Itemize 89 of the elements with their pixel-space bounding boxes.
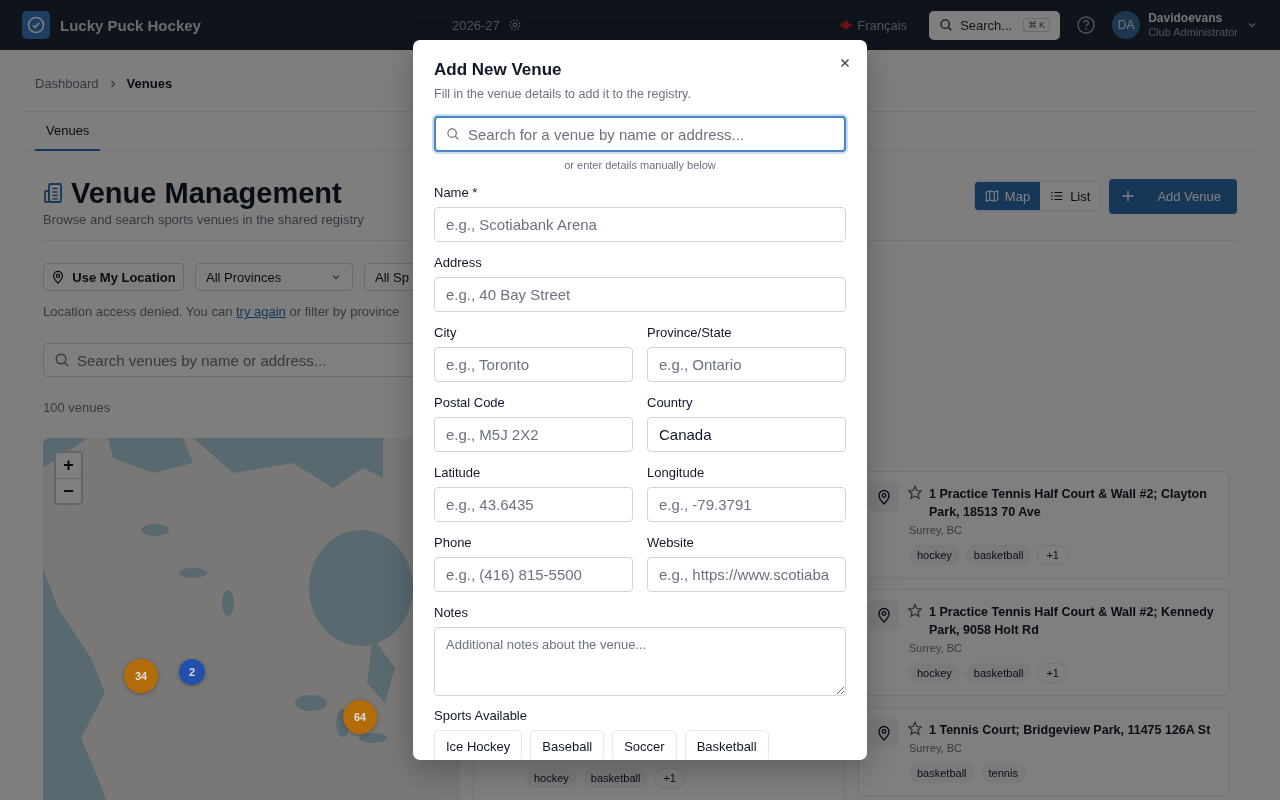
input-field[interactable]: e.g., -79.3791 bbox=[647, 487, 846, 522]
input-field[interactable]: e.g., (416) 815-5500 bbox=[434, 557, 633, 592]
star-icon[interactable] bbox=[907, 485, 923, 501]
field-label: Province/State bbox=[647, 324, 733, 342]
maple-leaf-icon bbox=[840, 19, 853, 31]
map-pin-icon bbox=[869, 482, 899, 512]
breadcrumb-link[interactable]: Venues bbox=[126, 74, 173, 94]
location-pin-icon bbox=[51, 270, 66, 284]
field-label: Phone bbox=[434, 534, 473, 552]
season-label: 2026-27 bbox=[452, 17, 500, 33]
venue-title: 1 Practice Tennis Half Court & Wall #2; Clayton Park, 18513 70 Ave bbox=[929, 486, 1208, 521]
input-field[interactable]: e.g., 40 Bay Street bbox=[434, 277, 846, 312]
field-label: Address bbox=[434, 254, 483, 272]
star-icon[interactable] bbox=[907, 721, 923, 737]
logo-icon bbox=[22, 11, 50, 39]
sport-tag: basketball bbox=[965, 545, 1032, 565]
input-field[interactable]: Canada bbox=[647, 417, 846, 452]
sport-tag: tennis bbox=[980, 763, 1026, 783]
input-field[interactable]: e.g., Ontario bbox=[647, 347, 846, 382]
venue-location: Surrey, BC bbox=[909, 523, 963, 538]
sport-tag: hockey bbox=[909, 663, 960, 683]
venue-location: Surrey, BC bbox=[909, 641, 963, 656]
sport-chip[interactable]: Basketball bbox=[684, 730, 769, 760]
sport-chip[interactable]: Ice Hockey bbox=[434, 730, 523, 760]
field-label: Longitude bbox=[647, 464, 706, 482]
star-icon[interactable] bbox=[907, 603, 923, 619]
shortcut-key: ⌘ K bbox=[1022, 18, 1051, 32]
field-label: Website bbox=[647, 534, 695, 552]
province-dropdown[interactable]: All Provinces bbox=[195, 263, 353, 291]
input-field[interactable]: e.g., Scotiabank Arena bbox=[434, 207, 846, 242]
map-icon bbox=[984, 189, 999, 203]
zoom-in-button[interactable]: + bbox=[56, 453, 81, 478]
more-tag: +1 bbox=[654, 768, 685, 788]
notes-field[interactable]: Additional notes about the venue... bbox=[434, 627, 846, 696]
add-venue-button[interactable]: Add Venue bbox=[1109, 178, 1237, 214]
list-icon bbox=[1050, 189, 1065, 203]
sport-tag: basketball bbox=[965, 663, 1032, 683]
input-field[interactable]: e.g., https://www.scotiaba bbox=[647, 557, 846, 592]
search-icon bbox=[446, 127, 460, 141]
page-title: Venue Management bbox=[71, 176, 342, 211]
field-label: City bbox=[434, 324, 458, 342]
field-label: Postal Code bbox=[434, 394, 506, 412]
app-name: Lucky Puck Hockey bbox=[60, 16, 201, 34]
map-pin-icon bbox=[869, 600, 899, 630]
close-icon bbox=[839, 57, 851, 69]
input-field[interactable]: e.g., 43.6435 bbox=[434, 487, 633, 522]
venue-count: 100 venues bbox=[43, 399, 111, 417]
field-label: Latitude bbox=[434, 464, 482, 482]
page-subtitle: Browse and search sports venues in the shared registry bbox=[43, 211, 364, 229]
input-field[interactable]: e.g., Toronto bbox=[434, 347, 633, 382]
sport-chip[interactable]: Baseball bbox=[530, 730, 605, 760]
search-icon bbox=[939, 18, 954, 32]
sports-label: Sports Available bbox=[434, 707, 528, 725]
user-role: Club Administrator bbox=[1148, 25, 1238, 39]
zoom-out-button[interactable]: − bbox=[56, 478, 81, 503]
map-pin-icon bbox=[869, 718, 899, 748]
sport-chip[interactable]: Soccer bbox=[612, 730, 677, 760]
sport-tag: basketball bbox=[909, 763, 975, 783]
field-label: Notes bbox=[434, 604, 469, 622]
more-tag: +1 bbox=[1037, 545, 1068, 565]
field-label: Name * bbox=[434, 184, 479, 202]
building-icon bbox=[43, 182, 65, 204]
sport-tag: basketball bbox=[582, 768, 649, 788]
help-icon[interactable] bbox=[1076, 15, 1097, 35]
dialog-title: Add New Venue bbox=[434, 59, 562, 81]
plus-icon bbox=[1121, 189, 1136, 203]
venue-title: 1 Practice Tennis Half Court & Wall #2; Kennedy Park, 9058 Holt Rd bbox=[929, 604, 1215, 639]
breadcrumb-link[interactable]: Dashboard bbox=[35, 74, 99, 94]
more-tag: +1 bbox=[1037, 663, 1068, 683]
input-field[interactable]: e.g., M5J 2X2 bbox=[434, 417, 633, 452]
sport-tag: hockey bbox=[909, 545, 960, 565]
settings-icon[interactable] bbox=[507, 18, 522, 32]
sport-tag: hockey bbox=[526, 768, 577, 788]
tab[interactable]: Venues bbox=[35, 112, 101, 151]
view-toggle-button[interactable]: Map bbox=[974, 182, 1041, 210]
user-name: Davidoevans bbox=[1148, 11, 1224, 25]
search-button[interactable]: Search... ⌘ K bbox=[929, 10, 1061, 40]
location-message: Location access denied. You can try again or filter by province bbox=[43, 303, 401, 321]
try-again-link[interactable]: try again bbox=[236, 304, 286, 319]
venue-title: 1 Tennis Court; Bridgeview Park, 11475 126A St bbox=[929, 722, 1211, 739]
venue-card[interactable]: 1 Tennis Court; Bridgeview Park, 11475 126A St Surrey, BC basketball tennis bbox=[858, 707, 1230, 796]
search-icon bbox=[54, 352, 70, 368]
venue-location: Surrey, BC bbox=[909, 741, 963, 756]
use-location-button[interactable]: Use My Location bbox=[43, 263, 184, 291]
user-avatar[interactable]: DA bbox=[1112, 11, 1141, 39]
field-label: Country bbox=[647, 394, 694, 412]
manual-entry-hint: or enter details manually below bbox=[563, 158, 717, 172]
venue-lookup-field[interactable]: Search for a venue by name or address... bbox=[434, 116, 846, 152]
dialog-subtitle: Fill in the venue details to add it to the registry. bbox=[434, 86, 692, 103]
